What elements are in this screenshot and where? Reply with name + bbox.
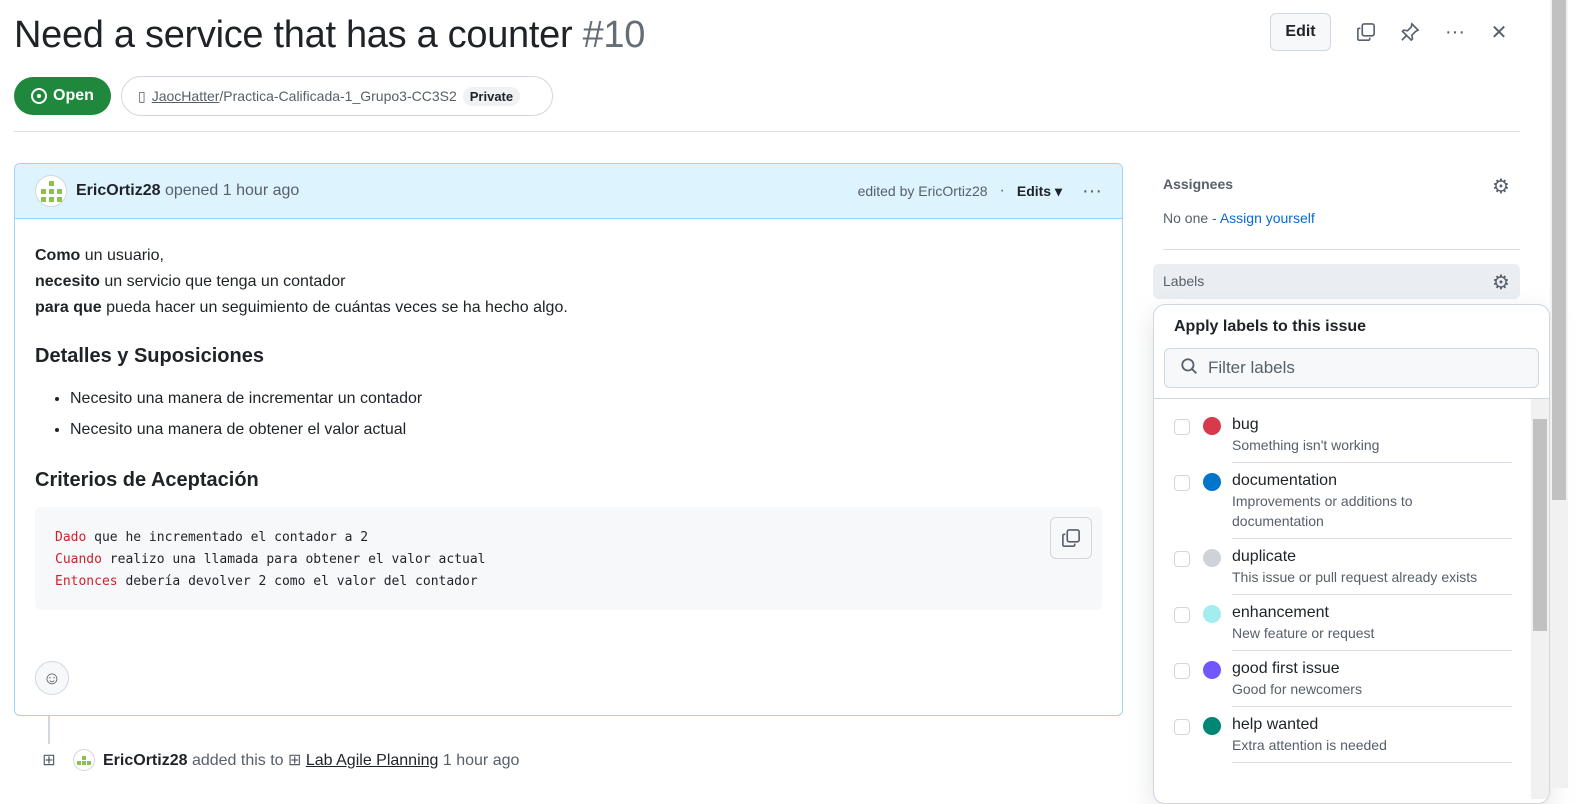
- list-item: Necesito una manera de incrementar un co…: [70, 383, 1102, 414]
- edit-button[interactable]: Edit: [1270, 13, 1331, 51]
- scrollbar-thumb[interactable]: [1552, 0, 1566, 500]
- code-block: Dado que he incrementado el contador a 2…: [35, 507, 1102, 610]
- label-name: good first issue: [1232, 660, 1340, 677]
- edited-by[interactable]: edited by EricOrtiz28: [858, 183, 988, 199]
- label-description: Improvements or additions to documentati…: [1232, 493, 1413, 529]
- label-checkbox[interactable]: [1174, 663, 1190, 679]
- comment-author[interactable]: EricOrtiz28: [76, 182, 160, 200]
- repo-pill: ▯ JaocHatter/Practica-Calificada-1_Grupo3…: [121, 76, 553, 116]
- status-badge: Open: [14, 77, 111, 115]
- event-author[interactable]: EricOrtiz28: [103, 752, 187, 769]
- labels-popup: Apply labels to this issue Filter labels…: [1153, 304, 1550, 804]
- label-option[interactable]: good first issue Good for newcomers: [1154, 651, 1549, 707]
- label-color-dot: [1203, 549, 1221, 567]
- assignees-value: No one - Assign yourself: [1163, 210, 1315, 226]
- divider: [1163, 249, 1520, 250]
- issue-comment: EricOrtiz28 opened 1 hour ago edited by …: [14, 163, 1123, 716]
- details-heading: Detalles y Suposiciones: [35, 345, 264, 367]
- page-scrollbar[interactable]: [1550, 0, 1568, 788]
- avatar[interactable]: [35, 175, 67, 207]
- story-line: Como un usuario,: [35, 247, 164, 264]
- label-description: Good for newcomers: [1232, 681, 1362, 697]
- label-list: bug Something isn't working documentation I…: [1154, 398, 1549, 799]
- label-name: enhancement: [1232, 604, 1329, 621]
- label-checkbox[interactable]: [1174, 475, 1190, 491]
- project-icon: ⊞: [33, 744, 65, 776]
- label-option[interactable]: bug Something isn't working: [1154, 407, 1549, 463]
- label-checkbox[interactable]: [1174, 719, 1190, 735]
- copy-link-icon[interactable]: [1350, 16, 1382, 48]
- labels-gear-icon[interactable]: ⚙: [1492, 270, 1510, 295]
- label-name: help wanted: [1232, 716, 1319, 733]
- more-options-icon[interactable]: ···: [1439, 16, 1471, 48]
- avatar[interactable]: [73, 749, 95, 771]
- details-list: Necesito una manera de incrementar un co…: [35, 383, 1102, 445]
- comment-options-icon[interactable]: ···: [1082, 180, 1102, 203]
- assign-yourself-link[interactable]: Assign yourself: [1220, 210, 1315, 226]
- list-item: Necesito una manera de obtener el valor …: [70, 414, 1102, 445]
- label-description: New feature or request: [1232, 625, 1375, 641]
- label-color-dot: [1203, 417, 1221, 435]
- filter-labels-input[interactable]: Filter labels: [1164, 348, 1539, 388]
- label-description: This issue or pull request already exist…: [1232, 569, 1478, 585]
- criteria-heading: Criterios de Aceptación: [35, 469, 259, 491]
- label-description: Extra attention is needed: [1232, 737, 1387, 753]
- label-name: documentation: [1232, 472, 1337, 489]
- close-icon[interactable]: ✕: [1483, 16, 1515, 48]
- search-icon: [1180, 357, 1198, 380]
- assignees-title: Assignees: [1163, 176, 1234, 192]
- comment-header: EricOrtiz28 opened 1 hour ago edited by …: [15, 164, 1122, 219]
- project-link[interactable]: Lab Agile Planning: [306, 752, 439, 769]
- pin-icon[interactable]: [1394, 16, 1426, 48]
- label-name: bug: [1232, 416, 1259, 433]
- add-reaction-icon[interactable]: ☺: [35, 661, 69, 695]
- repo-owner-link[interactable]: JaocHatter: [152, 88, 220, 104]
- label-description: Something isn't working: [1232, 437, 1380, 453]
- visibility-badge: Private: [462, 86, 521, 106]
- label-color-dot: [1203, 717, 1221, 735]
- story-line: necesito un servicio que tenga un contad…: [35, 273, 346, 290]
- story-line: para que pueda hacer un seguimiento de c…: [35, 299, 568, 316]
- issue-number: #10: [582, 14, 646, 56]
- label-checkbox[interactable]: [1174, 419, 1190, 435]
- label-checkbox[interactable]: [1174, 607, 1190, 623]
- label-color-dot: [1203, 661, 1221, 679]
- label-checkbox[interactable]: [1174, 551, 1190, 567]
- label-name: duplicate: [1232, 548, 1297, 565]
- assignees-gear-icon[interactable]: ⚙: [1492, 174, 1510, 199]
- timeline-event: ⊞ EricOrtiz28 added this to ⊞ Lab Agile …: [33, 744, 519, 776]
- label-option[interactable]: documentation Improvements or additions t…: [1154, 463, 1549, 539]
- issue-title: Need a service that has a counter #10: [14, 14, 646, 56]
- edits-dropdown[interactable]: Edits ▾: [1017, 183, 1062, 200]
- label-option[interactable]: duplicate This issue or pull request alre…: [1154, 539, 1549, 595]
- label-color-dot: [1203, 605, 1221, 623]
- labels-title: Labels: [1163, 273, 1205, 289]
- divider: [14, 131, 1520, 132]
- labels-header[interactable]: [1153, 264, 1520, 299]
- label-option[interactable]: help wanted Extra attention is needed: [1154, 707, 1549, 763]
- label-color-dot: [1203, 473, 1221, 491]
- issue-open-icon: [31, 88, 48, 104]
- timeline-line: [48, 716, 50, 746]
- repo-icon: ▯: [138, 87, 146, 104]
- label-option[interactable]: enhancement New feature or request: [1154, 595, 1549, 651]
- project-icon: ⊞: [288, 752, 302, 769]
- copy-code-button[interactable]: [1050, 517, 1092, 559]
- popup-title: Apply labels to this issue: [1174, 318, 1367, 335]
